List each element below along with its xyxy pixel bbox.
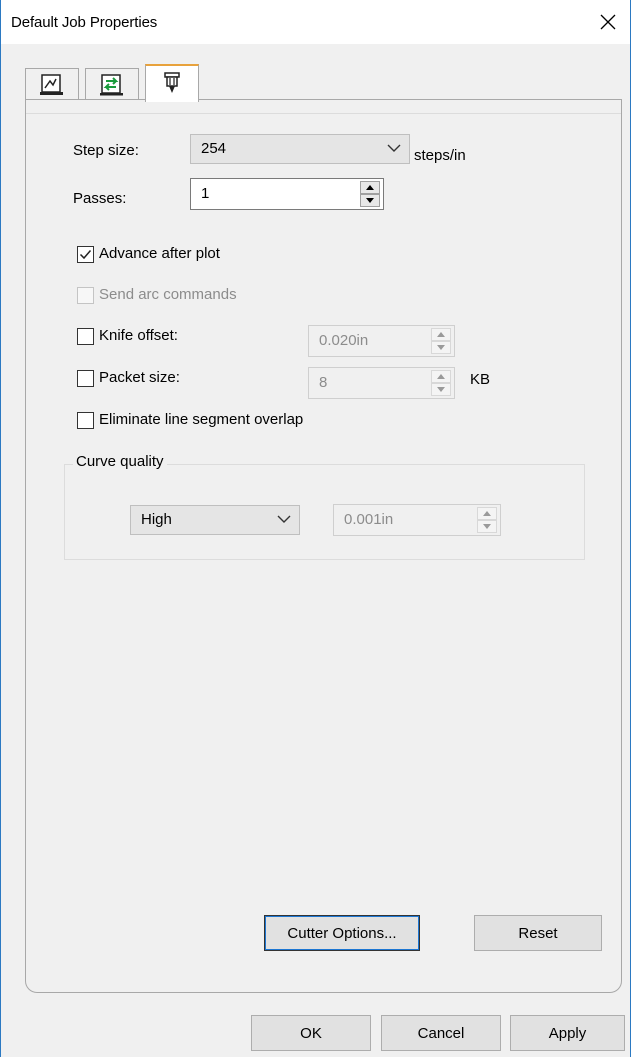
chevron-down-icon [277,515,291,523]
knife-cutter-icon [164,72,180,93]
curve-tolerance-spin-arrows [477,507,497,533]
tab-strip [25,64,225,102]
curve-tolerance-spinner: 0.001in [333,504,501,536]
passes-label: Passes: [73,190,127,207]
curve-quality-group: Curve quality High 0.001in [64,453,585,560]
knife-offset-spin-arrows [431,328,451,354]
spin-down-icon [431,383,451,396]
reset-button[interactable]: Reset [474,915,602,951]
page-layout-icon [40,73,63,95]
spin-up-icon [431,328,451,341]
chevron-down-icon [387,144,401,152]
cancel-label: Cancel [417,1024,465,1042]
step-size-unit: steps/in [414,147,466,164]
eliminate-overlap-checkbox[interactable] [77,412,94,429]
cancel-button[interactable]: Cancel [381,1015,501,1051]
curve-quality-dropdown[interactable]: High [130,505,300,535]
spin-down-icon [477,520,497,533]
curve-quality-group-label: Curve quality [73,453,167,470]
packet-size-unit: KB [470,371,491,388]
close-icon [600,14,616,30]
ok-button[interactable]: OK [251,1015,371,1051]
packet-size-checkbox[interactable] [77,370,94,387]
step-size-label: Step size: [73,142,139,159]
curve-quality-value: High [141,511,172,528]
packet-size-label: Packet size: [99,369,180,386]
step-size-dropdown[interactable]: 254 [190,134,410,164]
passes-spinner[interactable]: 1 [190,178,384,210]
dialog-window: Default Job Properties Step size: 254 st… [0,0,631,1057]
curve-tolerance-value: 0.001in [344,511,394,528]
send-arc-commands-checkbox [77,287,94,304]
cutter-options-button[interactable]: Cutter Options... [264,915,420,951]
knife-offset-label: Knife offset: [99,327,178,344]
packet-size-spin-arrows [431,370,451,396]
spin-up-icon [431,370,451,383]
media-advance-icon [100,73,123,95]
cutter-options-label: Cutter Options... [287,924,397,942]
ok-label: OK [300,1024,322,1042]
checkmark-icon [79,250,92,260]
packet-size-spinner: 8 [308,367,455,399]
apply-label: Apply [548,1024,587,1042]
spin-up-icon [477,507,497,520]
close-button[interactable] [586,0,630,44]
panel-header-divider [26,100,621,114]
spin-down-icon [431,341,451,354]
knife-offset-checkbox[interactable] [77,328,94,345]
passes-value[interactable]: 1 [201,185,209,202]
passes-spin-arrows[interactable] [360,181,380,207]
cutter-settings-panel: Step size: 254 steps/in Passes: 1 Advanc… [25,99,622,993]
step-size-value: 254 [201,140,227,157]
advance-after-plot-checkbox[interactable] [77,246,94,263]
reset-label: Reset [518,924,558,942]
spin-down-icon[interactable] [360,194,380,207]
title-bar[interactable]: Default Job Properties [1,0,630,44]
advance-after-plot-label: Advance after plot [99,245,220,262]
window-title: Default Job Properties [11,14,158,31]
tab-cutter[interactable] [145,64,199,102]
knife-offset-value: 0.020in [319,332,369,349]
packet-size-value: 8 [319,374,328,391]
knife-offset-spinner: 0.020in [308,325,455,357]
spin-up-icon[interactable] [360,181,380,194]
eliminate-overlap-label: Eliminate line segment overlap [99,411,304,428]
tab-media[interactable] [85,68,139,100]
send-arc-commands-label: Send arc commands [99,286,237,303]
tab-page[interactable] [25,68,79,100]
apply-button[interactable]: Apply [510,1015,625,1051]
